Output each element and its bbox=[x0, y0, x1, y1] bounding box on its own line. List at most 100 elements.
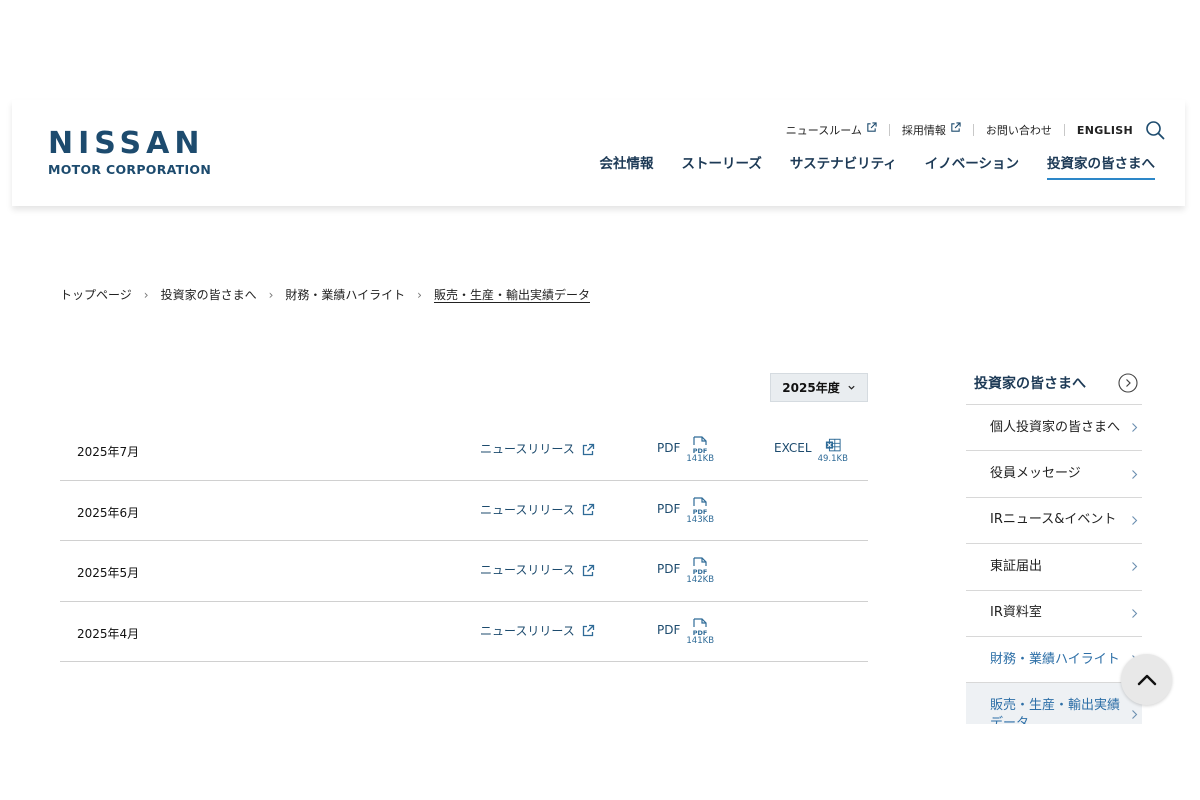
sidebar-item-individual-investors[interactable]: 個人投資家の皆さまへ bbox=[966, 405, 1142, 452]
pdf-file-icon: PDF bbox=[693, 557, 708, 576]
row-month: 2025年6月 bbox=[77, 505, 140, 520]
external-link-icon bbox=[867, 121, 877, 132]
external-link-icon bbox=[951, 121, 961, 132]
util-contact-label: お問い合わせ bbox=[985, 124, 1052, 137]
pdf-download-link[interactable]: PDF PDF 141KB bbox=[657, 617, 715, 646]
external-link-icon bbox=[582, 564, 594, 576]
table-row: 2025年4月 ニュースリリース PDF PDF 141KB bbox=[60, 602, 868, 662]
excel-file-size: 49.1KB bbox=[817, 454, 848, 464]
search-icon[interactable] bbox=[1145, 120, 1165, 140]
nissan-logo[interactable]: NISSAN MOTOR CORPORATION bbox=[48, 126, 228, 178]
pdf-label: PDF bbox=[657, 441, 681, 455]
external-link-icon bbox=[582, 503, 594, 516]
chevron-right-icon: › bbox=[268, 287, 274, 302]
sidebar-item-executive-message[interactable]: 役員メッセージ bbox=[966, 451, 1142, 498]
excel-file-info: 49.1KB bbox=[818, 436, 848, 464]
pdf-file-info: PDF 141KB bbox=[686, 436, 714, 464]
external-link-icon bbox=[582, 624, 594, 637]
main-nav: 会社情報 ストーリーズ サステナビリティ イノベーション 投資家の皆さまへ bbox=[572, 152, 1155, 180]
table-row: 2025年6月 ニュースリリース PDF PDF 143KB bbox=[60, 481, 868, 541]
sidebar-item-label: IR資料室 bbox=[990, 605, 1042, 621]
nav-company-info[interactable]: 会社情報 bbox=[600, 152, 654, 180]
news-release-label: ニュースリリース bbox=[480, 563, 575, 577]
pdf-download-link[interactable]: PDF PDF 143KB bbox=[657, 496, 715, 525]
fiscal-year-select[interactable]: 2025年度 bbox=[770, 373, 868, 402]
sidebar-title: 投資家の皆さまへ bbox=[974, 376, 1086, 392]
pdf-label: PDF bbox=[657, 562, 681, 576]
sidebar-item-label: 東証届出 bbox=[990, 558, 1043, 574]
row-month: 2025年5月 bbox=[77, 566, 140, 580]
sidebar-item-ir-library[interactable]: IR資料室 bbox=[966, 591, 1142, 637]
logo-subtitle: MOTOR CORPORATION bbox=[48, 162, 212, 177]
news-release-link[interactable]: ニュースリリース bbox=[480, 561, 595, 578]
breadcrumb-financial-highlights[interactable]: 財務・業績ハイライト bbox=[285, 286, 405, 303]
pdf-file-icon: PDF bbox=[693, 617, 708, 637]
pdf-file-size: 141KB bbox=[686, 454, 715, 464]
nav-stories[interactable]: ストーリーズ bbox=[682, 152, 762, 180]
pdf-file-info: PDF 143KB bbox=[686, 496, 715, 525]
news-release-label: ニュースリリース bbox=[480, 502, 575, 517]
external-link-icon bbox=[582, 443, 594, 455]
util-english-label: ENGLISH bbox=[1076, 123, 1133, 137]
util-recruit-label: 採用情報 bbox=[901, 124, 946, 137]
news-release-link[interactable]: ニュースリリース bbox=[480, 622, 595, 639]
news-release-label: ニュースリリース bbox=[480, 442, 575, 456]
monthly-data-table: 2025年7月 ニュースリリース PDF PDF 141KB EXCEL 49.… bbox=[60, 420, 868, 662]
row-month: 2025年7月 bbox=[77, 445, 140, 459]
pdf-label: PDF bbox=[657, 501, 681, 516]
pdf-label: PDF bbox=[657, 622, 681, 637]
sidebar-item-label: 個人投資家の皆さまへ bbox=[990, 419, 1121, 435]
row-month: 2025年4月 bbox=[77, 626, 140, 641]
news-release-link[interactable]: ニュースリリース bbox=[480, 440, 595, 457]
back-to-top-button[interactable] bbox=[1121, 654, 1172, 705]
table-row: 2025年7月 ニュースリリース PDF PDF 141KB EXCEL 49.… bbox=[60, 420, 868, 481]
sidebar-item-financial-highlights[interactable]: 財務・業績ハイライト bbox=[966, 637, 1142, 684]
breadcrumb-current[interactable]: 販売・生産・輸出実績データ bbox=[434, 286, 590, 303]
pdf-file-info: PDF 142KB bbox=[686, 557, 714, 585]
pdf-file-info: PDF 141KB bbox=[686, 617, 715, 646]
util-newsroom-link[interactable]: ニュースルーム bbox=[774, 121, 889, 138]
breadcrumb: トップページ › 投資家の皆さまへ › 財務・業績ハイライト › 販売・生産・輸… bbox=[60, 286, 590, 303]
chevron-right-icon bbox=[1132, 608, 1138, 618]
pdf-download-link[interactable]: PDF PDF 142KB bbox=[657, 557, 714, 585]
utility-nav: ニュースルーム 採用情報 お問い合わせ ENGLISH bbox=[774, 120, 1165, 140]
news-release-link[interactable]: ニュースリリース bbox=[480, 501, 595, 518]
chevron-right-icon: › bbox=[143, 287, 149, 302]
excel-label: EXCEL bbox=[774, 441, 812, 455]
breadcrumb-top[interactable]: トップページ bbox=[60, 286, 132, 303]
nav-innovation[interactable]: イノベーション bbox=[925, 152, 1019, 180]
chevron-right-icon bbox=[1132, 516, 1138, 525]
excel-download-link[interactable]: EXCEL 49.1KB bbox=[774, 436, 848, 464]
sidebar-item-sales-production-export[interactable]: 販売・生産・輸出実績データ bbox=[966, 683, 1142, 724]
util-newsroom-label: ニュースルーム bbox=[785, 124, 862, 137]
chevron-right-icon: › bbox=[417, 287, 422, 302]
table-row: 2025年5月 ニュースリリース PDF PDF 142KB bbox=[60, 541, 868, 602]
sidebar-item-ir-news-events[interactable]: IRニュース&イベント bbox=[966, 498, 1142, 545]
breadcrumb-investors[interactable]: 投資家の皆さまへ bbox=[161, 286, 257, 303]
sidebar-item-label: 販売・生産・輸出実績データ bbox=[990, 698, 1121, 724]
sidebar-item-label: 役員メッセージ bbox=[990, 466, 1081, 482]
chevron-down-icon bbox=[848, 385, 855, 390]
util-contact-link[interactable]: お問い合わせ bbox=[974, 122, 1064, 138]
pdf-file-icon: PDF bbox=[693, 436, 708, 455]
fiscal-year-value: 2025年度 bbox=[782, 381, 840, 395]
investor-sidebar-nav: 投資家の皆さまへ 個人投資家の皆さまへ 役員メッセージ IRニュース&イベント … bbox=[966, 362, 1142, 724]
pdf-file-size: 142KB bbox=[686, 575, 715, 585]
excel-file-icon bbox=[825, 438, 841, 452]
sidebar-item-label: 財務・業績ハイライト bbox=[990, 651, 1120, 667]
nav-sustainability[interactable]: サステナビリティ bbox=[790, 152, 897, 180]
sidebar-item-label: IRニュース&イベント bbox=[990, 512, 1117, 528]
pdf-file-icon: PDF bbox=[693, 496, 708, 516]
news-release-label: ニュースリリース bbox=[480, 623, 575, 638]
sidebar-header[interactable]: 投資家の皆さまへ bbox=[966, 362, 1142, 405]
sidebar-item-tse-filings[interactable]: 東証届出 bbox=[966, 544, 1142, 591]
pdf-file-size: 141KB bbox=[686, 635, 715, 646]
pdf-file-size: 143KB bbox=[686, 514, 715, 525]
util-recruit-link[interactable]: 採用情報 bbox=[890, 121, 973, 138]
pdf-download-link[interactable]: PDF PDF 141KB bbox=[657, 436, 714, 464]
chevron-right-icon bbox=[1132, 469, 1138, 479]
circle-arrow-right-icon bbox=[1118, 373, 1138, 393]
logo-wordmark: NISSAN bbox=[48, 126, 205, 161]
util-english-link[interactable]: ENGLISH bbox=[1065, 124, 1145, 137]
nav-investors[interactable]: 投資家の皆さまへ bbox=[1047, 152, 1155, 180]
